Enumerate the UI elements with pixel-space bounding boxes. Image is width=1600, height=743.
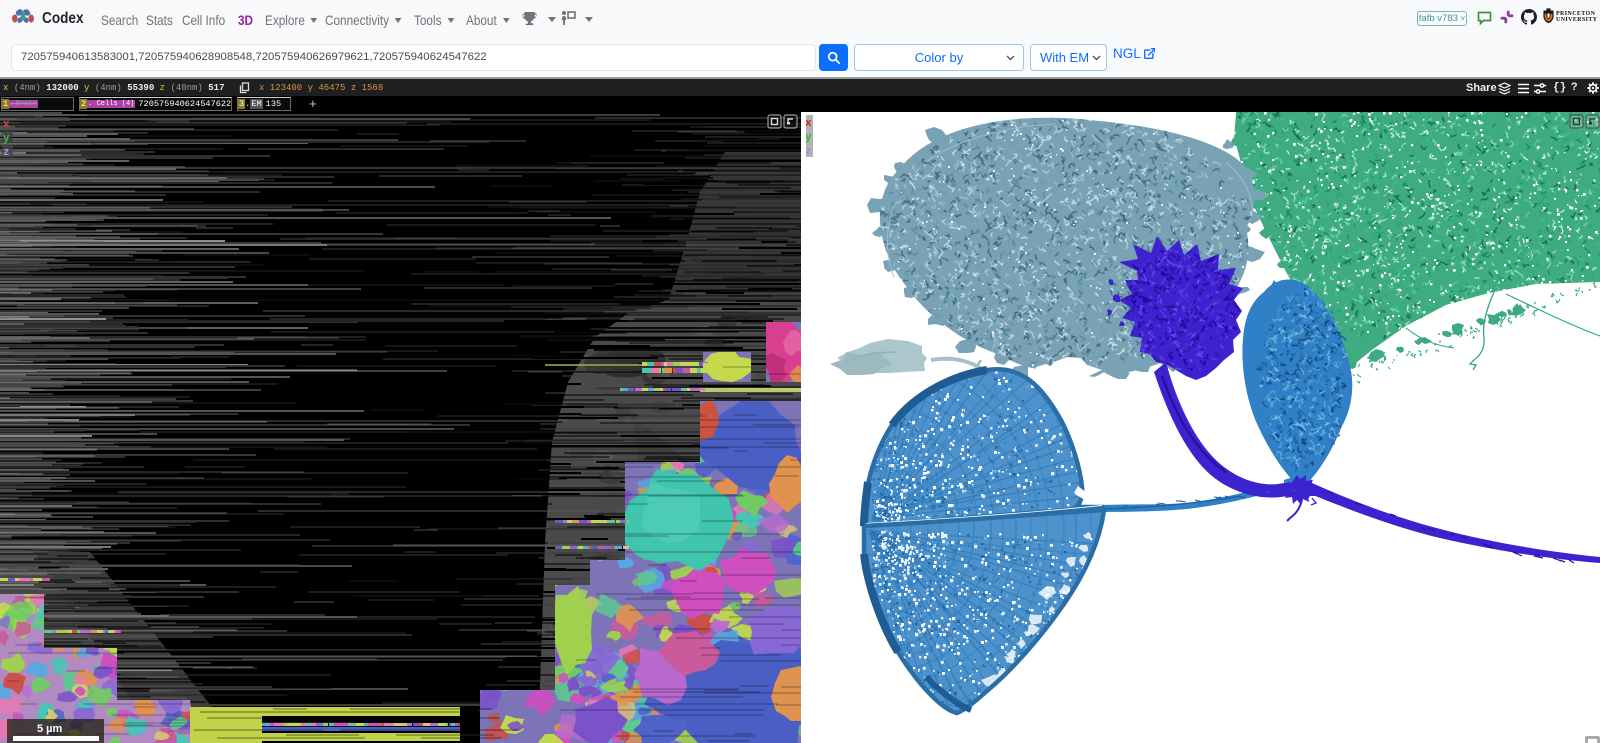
svg-text:y: y: [3, 133, 10, 145]
svg-text:z: z: [3, 147, 10, 159]
svg-text:y: y: [806, 132, 812, 144]
svg-text:x: x: [3, 119, 10, 131]
svg-text:5 µm: 5 µm: [37, 723, 63, 735]
svg-text:x: x: [806, 118, 812, 130]
svg-text:z: z: [806, 146, 812, 158]
